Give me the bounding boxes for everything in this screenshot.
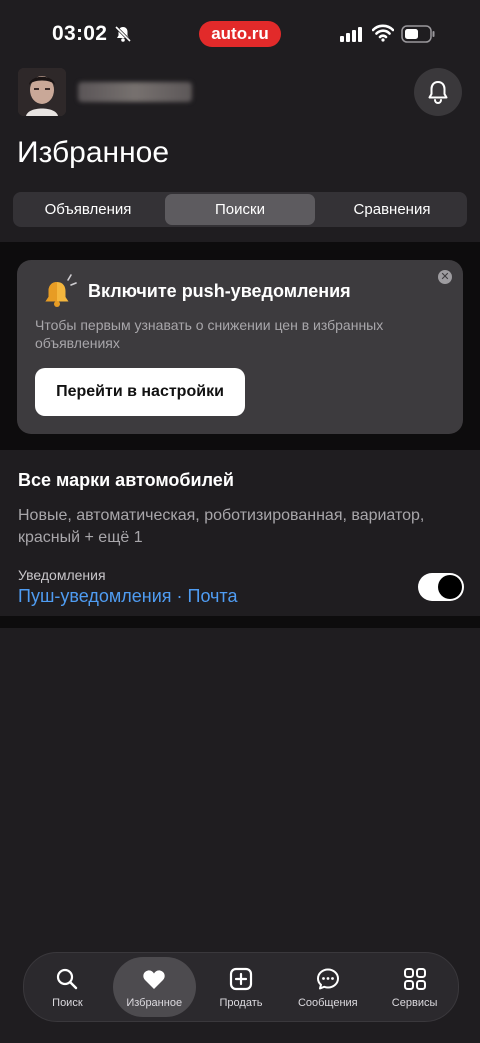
saved-search-params: Новые, автоматическая, роботизированная,… xyxy=(18,507,425,546)
chat-bubble-icon xyxy=(315,966,341,992)
brand-logo: auto.ru xyxy=(199,21,281,47)
tab-sell[interactable]: Продать xyxy=(198,953,285,1021)
notifications-button[interactable] xyxy=(414,68,462,116)
tab-label: Сообщения xyxy=(297,996,358,1009)
notification-channels: Пуш-уведомления · Почта xyxy=(18,586,237,607)
cellular-signal-icon xyxy=(340,27,362,42)
tab-services[interactable]: Сервисы xyxy=(371,953,458,1021)
bell-icon xyxy=(428,81,448,104)
section-divider xyxy=(0,616,480,628)
tab-favorites[interactable]: Избранное xyxy=(111,953,198,1021)
channel-separator: · xyxy=(171,586,188,606)
notifications-label: Уведомления xyxy=(18,567,106,583)
notifications-toggle[interactable] xyxy=(418,573,464,601)
tab-listings[interactable]: Объявления xyxy=(13,192,163,227)
wifi-icon xyxy=(372,24,394,42)
bell-slash-icon xyxy=(114,25,132,43)
push-channel-link[interactable]: Пуш-уведомления xyxy=(18,586,172,606)
search-icon xyxy=(54,966,80,992)
tab-messages[interactable]: Сообщения xyxy=(284,953,371,1021)
favorites-segmented-control: Объявления Поиски Сравнения xyxy=(13,192,467,227)
tab-comparisons[interactable]: Сравнения xyxy=(317,192,467,227)
tab-label: Сервисы xyxy=(391,996,438,1009)
status-time: 03:02 xyxy=(52,22,108,45)
tab-label: Поиск xyxy=(52,996,83,1009)
grid-icon xyxy=(402,966,428,992)
tab-search[interactable]: Поиск xyxy=(24,953,111,1021)
tab-label: Избранное xyxy=(126,996,183,1009)
bottom-tab-bar: Поиск Избранное Продать Сообщения Сервис… xyxy=(23,952,459,1022)
email-channel-link[interactable]: Почта xyxy=(188,586,238,606)
heart-icon xyxy=(141,966,167,992)
open-settings-button[interactable]: Перейти в настройки xyxy=(35,368,245,416)
battery-icon xyxy=(401,25,435,43)
push-promo-card: Включите push-уведомления ✕ Чтобы первым… xyxy=(17,260,463,434)
avatar[interactable] xyxy=(18,68,66,116)
close-icon[interactable]: ✕ xyxy=(438,270,452,284)
bell-ringing-icon xyxy=(45,274,77,307)
tab-searches[interactable]: Поиски xyxy=(165,194,315,225)
toggle-knob xyxy=(438,575,462,599)
push-promo-title: Включите push-уведомления xyxy=(88,281,351,301)
plus-square-icon xyxy=(228,966,254,992)
push-promo-description: Чтобы первым узнавать о снижении цен в и… xyxy=(35,317,384,351)
avatar-photo xyxy=(18,68,66,116)
tab-label: Продать xyxy=(219,996,263,1009)
saved-search-card[interactable]: Все марки автомобилей Новые, автоматичес… xyxy=(0,450,480,616)
page-title: Избранное xyxy=(17,136,170,169)
saved-search-title: Все марки автомобилей xyxy=(18,470,234,490)
status-bar: 03:02 auto.ru xyxy=(0,0,480,70)
username-blurred xyxy=(78,82,192,102)
